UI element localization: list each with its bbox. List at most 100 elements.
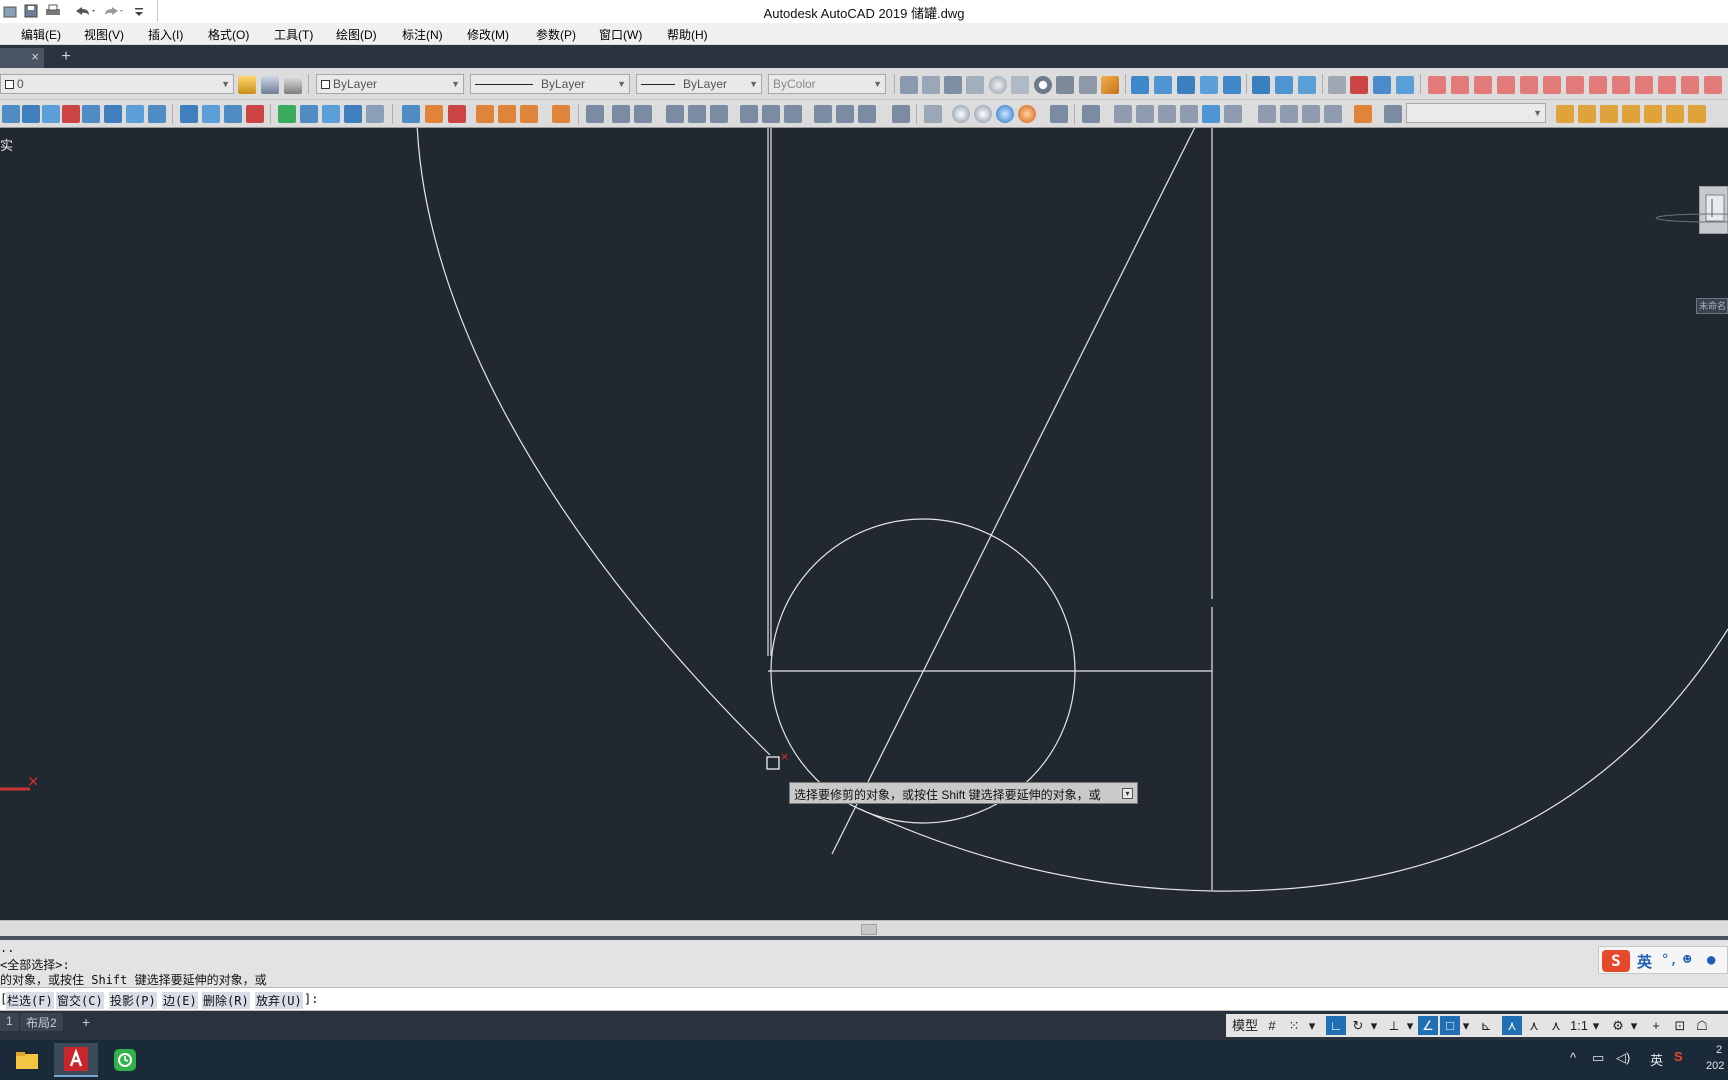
- dim-angular-icon[interactable]: [1543, 76, 1561, 94]
- expand-icon[interactable]: ▾: [1122, 788, 1133, 799]
- offset-faces-icon[interactable]: [448, 105, 466, 123]
- gear-icon[interactable]: ⚙: [1608, 1016, 1628, 1035]
- menu-format[interactable]: 格式(O): [208, 26, 249, 43]
- separate-icon[interactable]: [322, 105, 340, 123]
- leader-icon[interactable]: [1612, 76, 1630, 94]
- menu-parameters[interactable]: 参数(P): [536, 26, 576, 43]
- se-iso-icon[interactable]: [1280, 105, 1298, 123]
- viewcube-compass[interactable]: [1652, 212, 1728, 226]
- clock-app-icon[interactable]: [103, 1043, 147, 1077]
- option-erase[interactable]: 删除(R): [202, 992, 250, 1009]
- sogou-icon[interactable]: S: [1674, 1049, 1683, 1064]
- view-dropdown[interactable]: ▼: [1406, 103, 1546, 123]
- wedge-icon[interactable]: [944, 76, 962, 94]
- move-faces-icon[interactable]: [425, 105, 443, 123]
- layer-previous-icon[interactable]: [284, 76, 302, 94]
- linetype-dropdown[interactable]: ByLayer ▼: [470, 74, 630, 94]
- camera-icon[interactable]: [1354, 105, 1372, 123]
- grid-icon[interactable]: #: [1262, 1016, 1282, 1035]
- ucs-y-icon[interactable]: [836, 105, 854, 123]
- file-explorer-icon[interactable]: [5, 1043, 49, 1077]
- chevron-up-icon[interactable]: ^: [1570, 1050, 1576, 1065]
- intersect-icon[interactable]: [1298, 76, 1316, 94]
- splitter-bar[interactable]: [0, 920, 1728, 936]
- conceptual-icon[interactable]: [1018, 105, 1036, 123]
- ucs-3point-icon[interactable]: [784, 105, 802, 123]
- move-icon[interactable]: [2, 105, 20, 123]
- presspull-icon[interactable]: [1154, 76, 1172, 94]
- menu-dimension[interactable]: 标注(N): [402, 26, 443, 43]
- autocad-taskbar-icon[interactable]: [54, 1043, 98, 1077]
- 3d-move-icon[interactable]: [1328, 76, 1346, 94]
- layer-freeze-icon[interactable]: [1622, 105, 1640, 123]
- ime-toolbar[interactable]: S 英 °, ☻ ●: [1598, 946, 1728, 974]
- layer-properties-icon[interactable]: [238, 76, 256, 94]
- viewport-icon[interactable]: [1384, 105, 1402, 123]
- ortho-icon[interactable]: ∟: [1326, 1016, 1346, 1035]
- sphere-icon[interactable]: [989, 76, 1007, 94]
- ucs-zaxis-icon[interactable]: [762, 105, 780, 123]
- menu-view[interactable]: 视图(V): [84, 26, 124, 43]
- dim-continue-icon[interactable]: [1589, 76, 1607, 94]
- snap-icon[interactable]: ⁙: [1284, 1016, 1304, 1035]
- rotate-faces-icon[interactable]: [498, 105, 516, 123]
- ime-punctuation[interactable]: °,: [1661, 952, 1678, 968]
- add-layout-button[interactable]: +: [76, 1013, 96, 1031]
- chevron-down-icon[interactable]: ▾: [1628, 1016, 1640, 1035]
- chevron-down-icon[interactable]: ▾: [1404, 1016, 1416, 1035]
- interfere-icon[interactable]: [246, 105, 264, 123]
- 3d-wireframe-icon[interactable]: [952, 105, 970, 123]
- dynamic-ucs-icon[interactable]: ⊾: [1476, 1016, 1496, 1035]
- delete-faces-icon[interactable]: [476, 105, 494, 123]
- top-view-icon[interactable]: [1114, 105, 1132, 123]
- bottom-view-icon[interactable]: [1136, 105, 1154, 123]
- new-tab-button[interactable]: +: [57, 49, 75, 66]
- extrude-icon[interactable]: [1131, 76, 1149, 94]
- menu-help[interactable]: 帮助(H): [667, 26, 708, 43]
- chevron-down-icon[interactable]: ▾: [1368, 1016, 1380, 1035]
- hidden-icon[interactable]: [974, 105, 992, 123]
- option-edge[interactable]: 边(E): [162, 992, 198, 1009]
- copy-icon[interactable]: [22, 105, 40, 123]
- tray-time[interactable]: 2: [1716, 1044, 1722, 1056]
- 3d-rotate-icon[interactable]: [1350, 76, 1368, 94]
- revolve-icon[interactable]: [1200, 76, 1218, 94]
- ucs-z-icon[interactable]: [858, 105, 876, 123]
- pyramid-icon[interactable]: [1056, 76, 1074, 94]
- dim-radius-icon[interactable]: [1497, 76, 1515, 94]
- plus-icon[interactable]: +: [1646, 1016, 1666, 1035]
- undo-faces-icon[interactable]: [552, 105, 570, 123]
- ucs-origin-icon[interactable]: [740, 105, 758, 123]
- file-tab[interactable]: ×: [0, 48, 44, 68]
- slice-icon[interactable]: [224, 105, 242, 123]
- menu-tools[interactable]: 工具(T): [274, 26, 313, 43]
- tolerance-icon[interactable]: [1635, 76, 1653, 94]
- splitter-grip[interactable]: [861, 924, 877, 935]
- layout-tab-1[interactable]: 1: [0, 1013, 19, 1031]
- dim-baseline-icon[interactable]: [1566, 76, 1584, 94]
- polar-icon[interactable]: ↻: [1348, 1016, 1368, 1035]
- extract-edges-icon[interactable]: [278, 105, 296, 123]
- rotate-icon[interactable]: [82, 105, 100, 123]
- chevron-down-icon[interactable]: ▾: [1460, 1016, 1472, 1035]
- dim-arc-icon[interactable]: [1474, 76, 1492, 94]
- array-icon[interactable]: [126, 105, 144, 123]
- menu-window[interactable]: 窗口(W): [599, 26, 642, 43]
- ucs-x-icon[interactable]: [814, 105, 832, 123]
- lineweight-dropdown[interactable]: ByLayer ▼: [636, 74, 762, 94]
- front-view-icon[interactable]: [1202, 105, 1220, 123]
- polysolid-icon[interactable]: [900, 76, 918, 94]
- dim-aligned-icon[interactable]: [1451, 76, 1469, 94]
- taper-faces-icon[interactable]: [520, 105, 538, 123]
- unlock-layer-icon[interactable]: [1578, 105, 1596, 123]
- shell-icon[interactable]: [344, 105, 362, 123]
- ne-iso-icon[interactable]: [1302, 105, 1320, 123]
- chevron-down-icon[interactable]: ▾: [1306, 1016, 1318, 1035]
- option-project[interactable]: 投影(P): [109, 992, 157, 1009]
- ucs-icon[interactable]: [586, 105, 604, 123]
- emoji-icon[interactable]: ☻: [1683, 952, 1691, 968]
- menu-modify[interactable]: 修改(M): [467, 26, 509, 43]
- 3d-align-icon[interactable]: [1373, 76, 1391, 94]
- command-line[interactable]: [ 栏选(F) 窗交(C) 投影(P) 边(E) 删除(R) 放弃(U) ]:: [0, 987, 1728, 1011]
- back-view-icon[interactable]: [1224, 105, 1242, 123]
